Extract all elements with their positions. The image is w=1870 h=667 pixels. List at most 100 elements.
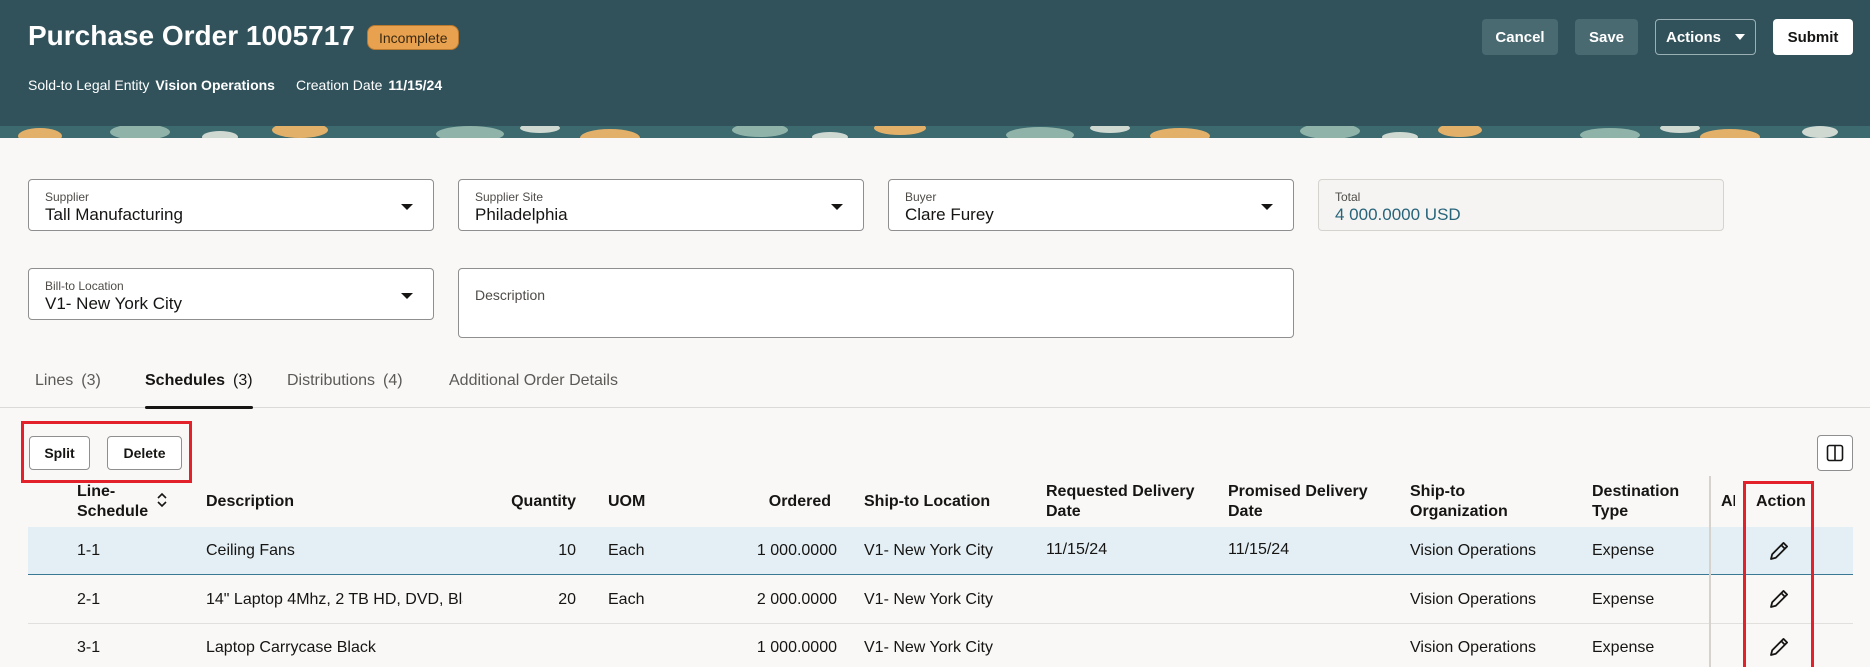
col-header-promised-1: Promised Delivery bbox=[1228, 483, 1368, 500]
tab-schedules-count: (3) bbox=[233, 372, 253, 389]
col-header-requested-date: Requested Delivery Date bbox=[1046, 482, 1195, 522]
supplier-site-label: Supplier Site bbox=[475, 190, 544, 204]
cell-ship-to-location: V1- New York City bbox=[864, 591, 993, 608]
cancel-button[interactable]: Cancel bbox=[1482, 19, 1558, 55]
cell-ship-to-org: Vision Operations bbox=[1410, 639, 1536, 656]
save-button[interactable]: Save bbox=[1575, 19, 1638, 55]
col-header-dest-2: Type bbox=[1592, 503, 1629, 520]
tab-additional-order-details[interactable]: Additional Order Details bbox=[449, 372, 618, 408]
supplier-value: Tall Manufacturing bbox=[45, 205, 183, 224]
supplier-label: Supplier bbox=[45, 190, 90, 204]
tab-distributions[interactable]: Distributions (4) bbox=[287, 372, 403, 408]
cell-line-schedule: 2-1 bbox=[77, 591, 101, 608]
bill-to-value: V1- New York City bbox=[45, 294, 182, 313]
total-field: Total 4 000.0000 USD bbox=[1318, 179, 1724, 231]
cell-description: Ceiling Fans bbox=[206, 542, 295, 559]
description-label: Description bbox=[475, 287, 546, 303]
col-header-requested-2: Date bbox=[1046, 503, 1081, 520]
description-input[interactable]: Description bbox=[458, 268, 1294, 338]
supplier-site-value: Philadelphia bbox=[475, 205, 568, 224]
cell-destination-type: Expense bbox=[1592, 591, 1655, 608]
status-badge: Incomplete bbox=[367, 25, 460, 50]
page-title: Purchase Order 1005717 bbox=[28, 20, 355, 51]
total-value: 4 000.0000 USD bbox=[1335, 205, 1461, 224]
chevron-down-icon bbox=[831, 204, 843, 210]
cell-description: Laptop Carrycase Black bbox=[206, 639, 376, 656]
col-header-truncated: AE bbox=[1721, 493, 1735, 510]
supplier-select[interactable]: Supplier Tall Manufacturing bbox=[28, 179, 434, 231]
col-header-dest-1: Destination bbox=[1592, 483, 1680, 500]
supplier-site-select[interactable]: Supplier Site Philadelphia bbox=[458, 179, 864, 231]
cell-ordered: 1 000.0000 bbox=[756, 542, 837, 559]
buyer-label: Buyer bbox=[905, 190, 937, 204]
tab-lines-count: (3) bbox=[81, 372, 101, 389]
actions-menu-button[interactable]: Actions bbox=[1655, 19, 1756, 55]
cell-destination-type: Expense bbox=[1592, 542, 1655, 559]
tab-schedules[interactable]: Schedules (3) bbox=[145, 372, 253, 409]
chevron-down-icon bbox=[401, 204, 413, 210]
creation-date-value: 11/15/24 bbox=[388, 77, 443, 93]
tab-lines-label: Lines bbox=[35, 372, 74, 389]
buyer-value: Clare Furey bbox=[905, 205, 994, 224]
tab-additional-label: Additional Order Details bbox=[449, 372, 618, 389]
actions-label: Actions bbox=[1665, 28, 1721, 46]
action-column-divider bbox=[1709, 476, 1711, 667]
col-header-promised-2: Date bbox=[1228, 503, 1263, 520]
cell-ordered: 1 000.0000 bbox=[756, 639, 837, 656]
col-header-ship-to-org-2: Organization bbox=[1410, 503, 1508, 520]
schedules-table: Line- Schedule Description Quantity UOM O… bbox=[28, 480, 1853, 667]
col-header-quantity: Quantity bbox=[511, 493, 576, 510]
cell-ship-to-location: V1- New York City bbox=[864, 542, 993, 559]
submit-button[interactable]: Submit bbox=[1773, 19, 1853, 55]
sort-icon[interactable] bbox=[156, 491, 168, 509]
cell-uom: Each bbox=[608, 542, 645, 559]
bill-to-location-select[interactable]: Bill-to Location V1- New York City bbox=[28, 268, 434, 320]
cell-description: 14" Laptop 4Mhz, 2 TB HD, DVD, Black bbox=[206, 591, 463, 608]
col-header-line-schedule[interactable]: Line- Schedule bbox=[77, 482, 148, 522]
col-header-requested-1: Requested Delivery bbox=[1046, 483, 1195, 500]
bill-to-label: Bill-to Location bbox=[45, 279, 124, 293]
cell-line-schedule: 1-1 bbox=[77, 542, 101, 559]
tab-distributions-label: Distributions bbox=[287, 372, 376, 389]
tab-distributions-count: (4) bbox=[383, 372, 403, 389]
table-row[interactable]: 3-1 Laptop Carrycase Black 1 000.0000 V1… bbox=[28, 624, 1853, 667]
chevron-down-icon bbox=[1261, 204, 1273, 210]
col-header-destination-type: Destination Type bbox=[1592, 482, 1679, 522]
col-header-ship-to-org: Ship-to Organization bbox=[1410, 482, 1508, 522]
col-header-uom: UOM bbox=[608, 493, 646, 510]
header-decorative-pattern bbox=[0, 126, 1870, 138]
highlight-box-action-column bbox=[1743, 481, 1814, 667]
delete-button[interactable]: Delete bbox=[107, 436, 182, 470]
col-header-ordered: Ordered bbox=[768, 493, 831, 510]
buyer-select[interactable]: Buyer Clare Furey bbox=[888, 179, 1294, 231]
total-label: Total bbox=[1335, 190, 1361, 204]
chevron-down-icon bbox=[401, 293, 413, 299]
cell-quantity: 10 bbox=[558, 542, 576, 559]
tab-schedules-label: Schedules bbox=[145, 372, 226, 389]
col-header-line-schedule-1: Line- bbox=[77, 483, 116, 500]
cell-ship-to-org: Vision Operations bbox=[1410, 542, 1536, 559]
col-header-line-schedule-2: Schedule bbox=[77, 503, 149, 520]
creation-date-label: Creation Date bbox=[296, 77, 383, 93]
cell-destination-type: Expense bbox=[1592, 639, 1655, 656]
legal-entity-value: Vision Operations bbox=[155, 77, 275, 93]
split-button[interactable]: Split bbox=[29, 436, 90, 470]
col-header-description: Description bbox=[206, 493, 295, 510]
table-row[interactable]: 2-1 14" Laptop 4Mhz, 2 TB HD, DVD, Black… bbox=[28, 576, 1853, 624]
cell-ship-to-org: Vision Operations bbox=[1410, 591, 1536, 608]
creation-date-meta: Creation Date 11/15/24 bbox=[296, 77, 442, 93]
tab-bar: Lines (3) Schedules (3) Distributions (4) A… bbox=[0, 364, 1870, 409]
col-header-promised-date: Promised Delivery Date bbox=[1228, 482, 1368, 522]
cell-requested-date: 11/15/24 bbox=[1046, 541, 1108, 558]
col-header-ship-to-org-1: Ship-to bbox=[1410, 483, 1466, 500]
chevron-down-icon bbox=[1735, 34, 1745, 40]
cell-promised-date: 11/15/24 bbox=[1228, 541, 1290, 558]
columns-icon bbox=[1826, 444, 1844, 462]
column-layout-button[interactable] bbox=[1817, 435, 1853, 471]
cell-quantity: 20 bbox=[558, 591, 576, 608]
tab-lines[interactable]: Lines (3) bbox=[35, 372, 101, 408]
cell-ordered: 2 000.0000 bbox=[756, 591, 837, 608]
cell-line-schedule: 3-1 bbox=[77, 639, 101, 656]
col-header-ship-to-location: Ship-to Location bbox=[864, 493, 991, 510]
table-row[interactable]: 1-1 Ceiling Fans 10 Each 1 000.0000 V1- … bbox=[28, 527, 1853, 575]
